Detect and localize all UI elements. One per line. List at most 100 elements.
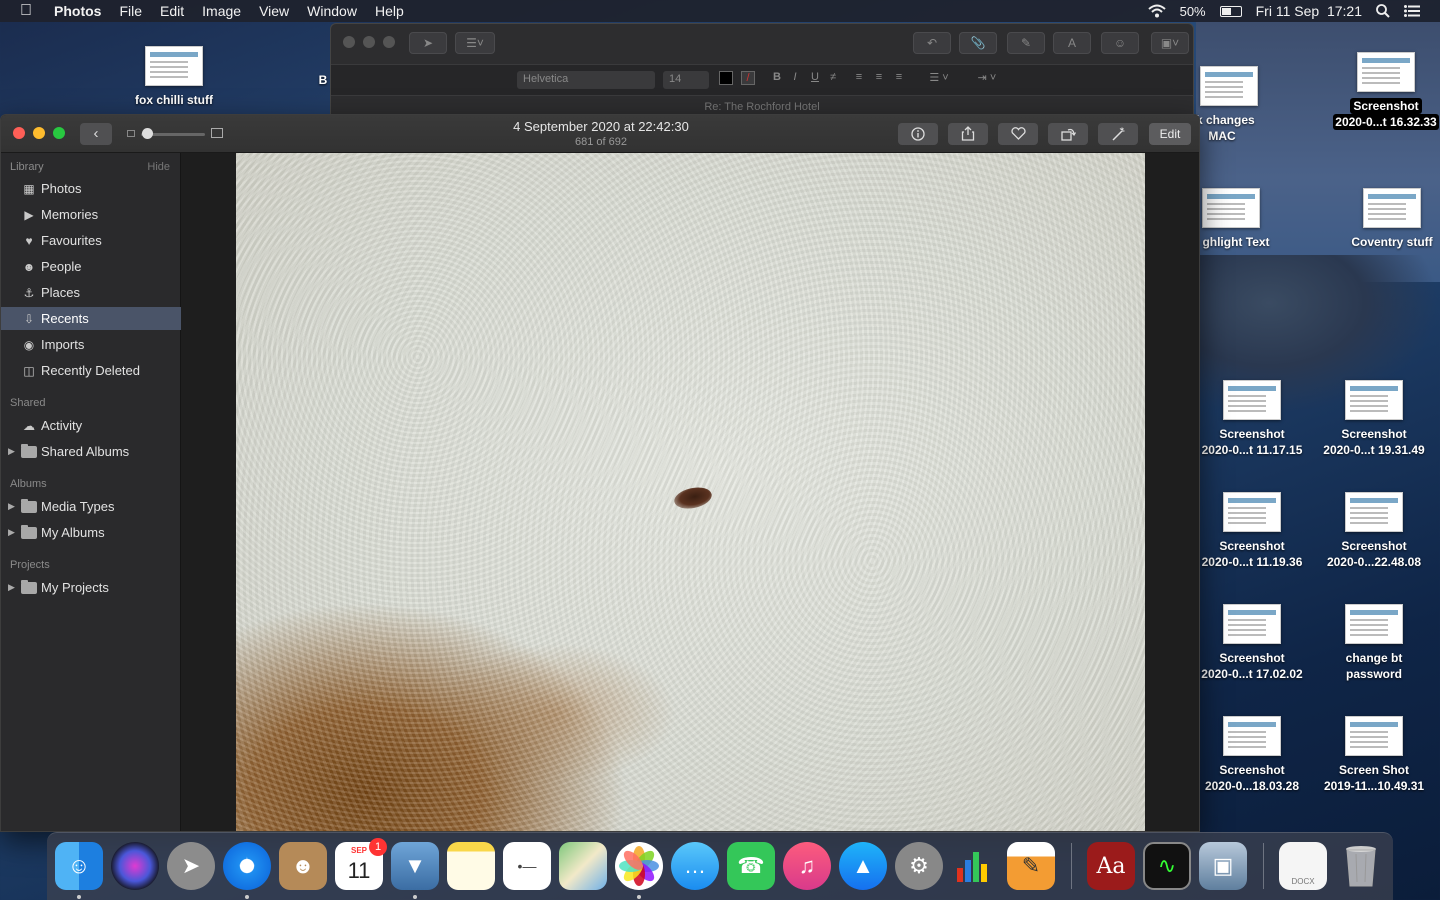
sidebar-item-activity[interactable]: ☁ Activity xyxy=(1,414,181,437)
notes-icon[interactable] xyxy=(447,842,495,890)
wifi-icon[interactable] xyxy=(1147,4,1166,18)
zoom-slider[interactable] xyxy=(127,128,223,140)
underline-button[interactable]: U xyxy=(807,71,823,89)
desktop-icon-screenshot-6[interactable]: Screenshot 2020-0...18.03.28 xyxy=(1192,716,1312,794)
document-icon[interactable]: DOCX xyxy=(1279,842,1327,890)
indent-icon[interactable]: ⇥ ˅ xyxy=(967,71,1007,89)
desktop-icon-screenshot-5[interactable]: Screenshot 2020-0...t 17.02.02 xyxy=(1192,604,1312,682)
siri-icon[interactable] xyxy=(111,842,159,890)
markup-icon[interactable]: ✎ xyxy=(1007,32,1045,54)
image-capture-icon[interactable]: ▣ xyxy=(1199,842,1247,890)
header-fields-button[interactable]: ☰˅ xyxy=(455,32,495,54)
pages-icon[interactable]: ✎ xyxy=(1007,842,1055,890)
reply-icon[interactable]: ↶ xyxy=(913,32,951,54)
format-text-icon[interactable]: A xyxy=(1053,32,1091,54)
sidebar-item-memories[interactable]: ▶ Memories xyxy=(1,203,181,226)
zoom-slider-knob[interactable] xyxy=(142,128,153,139)
disclosure-triangle-icon[interactable]: ▶ xyxy=(8,527,15,538)
font-select[interactable]: Helvetica xyxy=(517,71,655,89)
maps-icon[interactable] xyxy=(559,842,607,890)
mail-window-controls[interactable] xyxy=(343,36,395,48)
attach-icon[interactable]: 📎 xyxy=(959,32,997,54)
sidebar-item-recently-deleted[interactable]: ◫ Recently Deleted xyxy=(1,359,181,382)
menu-file[interactable]: File xyxy=(119,3,142,19)
activity-monitor-icon[interactable]: ∿ xyxy=(1143,842,1191,890)
font-size-select[interactable]: 14 xyxy=(663,71,709,89)
calendar-icon[interactable]: SEP 11 1 xyxy=(335,838,387,890)
reminders-icon[interactable]: •— xyxy=(503,842,551,890)
desktop-icon-change-bt-password[interactable]: change bt password xyxy=(1314,604,1434,682)
menu-edit[interactable]: Edit xyxy=(160,3,184,19)
sidebar-item-recents[interactable]: ⇩ Recents xyxy=(1,307,181,330)
photo-viewer[interactable] xyxy=(181,153,1199,831)
finder-icon[interactable]: ☺ xyxy=(55,842,103,890)
messages-icon[interactable]: … xyxy=(671,842,719,890)
launchpad-icon[interactable]: ➤ xyxy=(167,842,215,890)
text-color-swatch[interactable] xyxy=(719,71,733,85)
dictionary-icon[interactable]: Aa xyxy=(1087,842,1135,890)
disclosure-triangle-icon[interactable]: ▶ xyxy=(8,446,15,457)
menu-help[interactable]: Help xyxy=(375,3,404,19)
desktop-icon-screenshot-2[interactable]: Screenshot 2020-0...t 19.31.49 xyxy=(1314,380,1434,458)
photos-app-icon[interactable] xyxy=(615,842,663,890)
info-button[interactable] xyxy=(898,123,938,145)
system-preferences-icon[interactable]: ⚙ xyxy=(895,842,943,890)
sidebar-item-people[interactable]: ☻ People xyxy=(1,255,181,278)
sidebar-item-my-albums[interactable]: ▶ My Albums xyxy=(1,521,181,544)
share-button[interactable] xyxy=(948,123,988,145)
facetime-icon[interactable]: ☎ xyxy=(727,842,775,890)
close-window-icon[interactable] xyxy=(13,127,25,139)
mail-compose-window[interactable]: ➤ ☰˅ ↶ 📎 ✎ A ☺ ▣˅ Helvetica 14 / B I U ≠… xyxy=(330,23,1194,123)
rotate-button[interactable] xyxy=(1048,123,1088,145)
desktop-icon-screenshot-4[interactable]: Screenshot 2020-0...22.48.08 xyxy=(1314,492,1434,570)
desktop-icon-screenshot-selected[interactable]: Screenshot 2020-0...t 16.32.33 xyxy=(1326,52,1440,130)
disclosure-triangle-icon[interactable]: ▶ xyxy=(8,582,15,593)
desktop-icon-screenshot-1[interactable]: Screenshot 2020-0...t 11.17.15 xyxy=(1192,380,1312,458)
battery-icon[interactable] xyxy=(1219,5,1242,17)
favourite-button[interactable] xyxy=(998,123,1038,145)
sidebar-item-photos[interactable]: ▦ Photos xyxy=(1,177,181,200)
list-icon[interactable]: ☰ ˅ xyxy=(919,71,959,89)
photo-browser-icon[interactable]: ▣˅ xyxy=(1151,32,1189,54)
contacts-icon[interactable]: ☻ xyxy=(279,842,327,890)
emoji-icon[interactable]: ☺ xyxy=(1101,32,1139,54)
hide-library-button[interactable]: Hide xyxy=(147,161,170,173)
align-right-icon[interactable]: ≡ xyxy=(891,71,907,89)
disclosure-triangle-icon[interactable]: ▶ xyxy=(8,501,15,512)
sidebar-item-my-projects[interactable]: ▶ My Projects xyxy=(1,576,181,599)
bold-button[interactable]: B xyxy=(769,71,785,89)
photo-image[interactable] xyxy=(236,153,1145,831)
music-icon[interactable]: ♫ xyxy=(783,842,831,890)
desktop-icon-screen-shot[interactable]: Screen Shot 2019-11...10.49.31 xyxy=(1314,716,1434,794)
sidebar-item-media-types[interactable]: ▶ Media Types xyxy=(1,495,181,518)
menu-view[interactable]: View xyxy=(259,3,289,19)
auto-enhance-button[interactable] xyxy=(1098,123,1138,145)
align-left-icon[interactable]: ≡ xyxy=(851,71,867,89)
edit-button[interactable]: Edit xyxy=(1149,123,1191,145)
italic-button[interactable]: I xyxy=(787,71,803,89)
minimize-window-icon[interactable] xyxy=(33,127,45,139)
preview-icon[interactable]: ▼ xyxy=(391,842,439,890)
strikethrough-button[interactable]: ≠ xyxy=(825,71,841,89)
desktop-icon-b[interactable]: B xyxy=(316,72,330,88)
photos-window[interactable]: ‹ 4 September 2020 at 22:42:30 681 of 69… xyxy=(0,114,1200,832)
send-button[interactable]: ➤ xyxy=(409,32,447,54)
desktop-icon-fox-chilli[interactable]: fox chilli stuff xyxy=(114,46,234,108)
maximize-window-icon[interactable] xyxy=(53,127,65,139)
safari-icon[interactable]: ✧ xyxy=(223,842,271,890)
clock[interactable]: Fri 11 Sep 17:21 xyxy=(1256,3,1362,19)
menu-app-photos[interactable]: Photos xyxy=(54,3,101,19)
numbers-icon[interactable] xyxy=(951,842,999,890)
sidebar-item-shared-albums[interactable]: ▶ Shared Albums xyxy=(1,440,181,463)
menu-image[interactable]: Image xyxy=(202,3,241,19)
battery-percent[interactable]: 50% xyxy=(1180,4,1206,19)
spotlight-search-icon[interactable] xyxy=(1376,4,1390,18)
notification-center-icon[interactable] xyxy=(1404,5,1420,17)
sidebar-item-favourites[interactable]: ♥ Favourites xyxy=(1,229,181,252)
sidebar-item-places[interactable]: ⚓ Places xyxy=(1,281,181,304)
app-store-icon[interactable]: ▲ xyxy=(839,842,887,890)
back-button[interactable]: ‹ xyxy=(80,123,112,145)
trash-icon[interactable] xyxy=(1337,842,1385,890)
desktop-icon-screenshot-3[interactable]: Screenshot 2020-0...t 11.19.36 xyxy=(1192,492,1312,570)
background-color-swatch[interactable]: / xyxy=(741,71,755,85)
